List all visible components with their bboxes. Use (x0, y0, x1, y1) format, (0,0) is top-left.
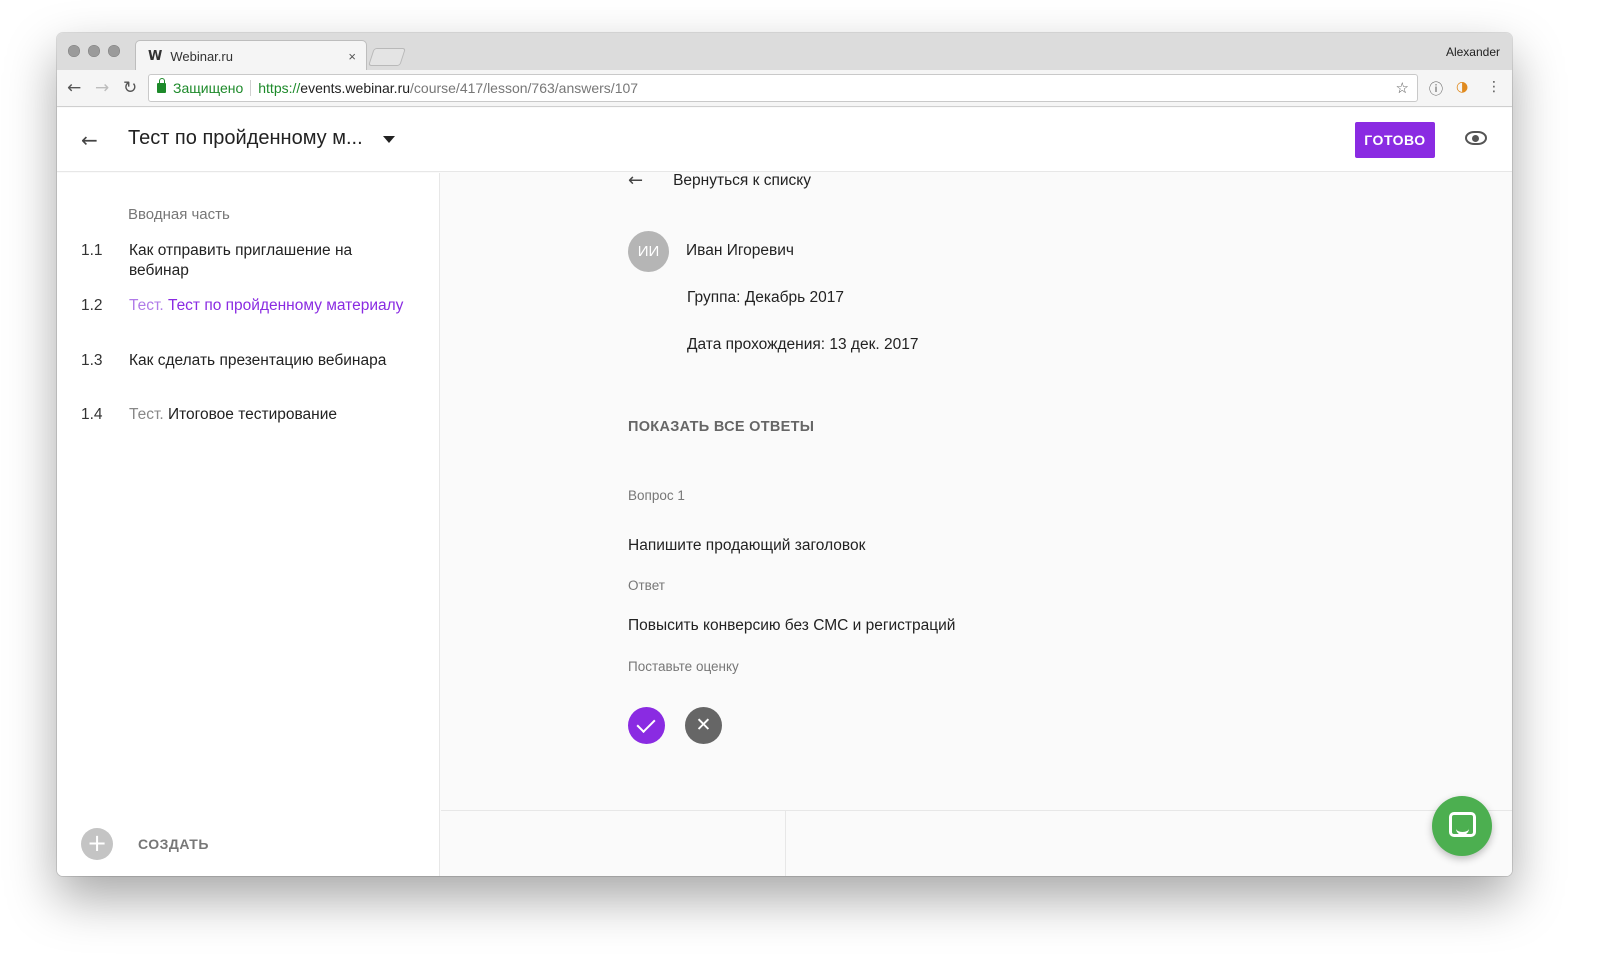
zoom-window-button[interactable] (108, 45, 120, 57)
accept-answer-button[interactable] (628, 707, 665, 744)
panel-divider (785, 811, 786, 876)
back-to-list-label: Вернуться к списку (673, 171, 811, 189)
page-title[interactable]: Тест по пройденному м... (128, 127, 363, 150)
lesson-title: Как отправить приглашение на вебинар (129, 242, 353, 279)
sidebar-item-lesson-1-4[interactable]: 1.4 Тест. Итоговое тестирование (81, 405, 411, 425)
browser-toolbar: ← → ↻ Защищено https:// events.webinar.r… (57, 70, 1512, 107)
sidebar-item-lesson-1-3[interactable]: 1.3 Как сделать презентацию вебинара (81, 351, 411, 371)
grade-label: Поставьте оценку (628, 659, 739, 674)
create-label: СОЗДАТЬ (138, 836, 209, 852)
reload-icon[interactable]: ↻ (123, 78, 137, 98)
lesson-title: Тест по пройденному материалу (167, 297, 404, 314)
plus-icon: + (81, 828, 113, 860)
answer-text: Повысить конверсию без СМС и регистраций (628, 617, 956, 634)
lesson-type-prefix: Тест. (129, 406, 164, 423)
browser-tab[interactable]: W Webinar.ru × (135, 40, 367, 70)
bottom-panel (441, 810, 1512, 876)
lesson-number: 1.3 (81, 352, 103, 369)
sidebar: Вводная часть 1.1 Как отправить приглаше… (57, 173, 440, 876)
browser-window: W Webinar.ru × Alexander ← → ↻ Защищено … (57, 33, 1512, 876)
eye-icon[interactable] (1465, 131, 1487, 145)
create-button[interactable]: + СОЗДАТЬ (81, 828, 209, 860)
minimize-window-button[interactable] (88, 45, 100, 57)
lesson-title: Итоговое тестирование (167, 406, 338, 423)
url-host: events.webinar.ru (300, 80, 411, 96)
webinar-favicon-icon: W (148, 49, 163, 64)
lesson-number: 1.1 (81, 242, 103, 259)
back-arrow-icon: ← (628, 170, 644, 191)
secure-label: Защищено (173, 80, 244, 96)
student-group: Группа: Декабрь 2017 (687, 289, 844, 306)
url-divider (250, 80, 252, 96)
lock-icon (157, 78, 166, 93)
browser-menu-icon[interactable]: ⋮ (1487, 79, 1501, 95)
chat-icon (1449, 812, 1476, 837)
info-icon[interactable]: ⓘ (1429, 79, 1443, 99)
tab-close-icon[interactable]: × (348, 49, 356, 64)
url-scheme: https:// (258, 80, 301, 96)
completion-date: Дата прохождения: 13 дек. 2017 (687, 336, 919, 353)
url-path: /course/417/lesson/763/answers/107 (410, 80, 639, 96)
bookmark-star-icon[interactable]: ☆ (1396, 79, 1409, 97)
avatar: ИИ (628, 231, 669, 272)
profile-name[interactable]: Alexander (1446, 45, 1500, 59)
chat-button[interactable] (1432, 796, 1492, 856)
address-bar[interactable]: Защищено https:// events.webinar.ru /cou… (148, 74, 1418, 102)
lesson-number: 1.4 (81, 406, 103, 423)
lesson-title: Как сделать презентацию вебинара (129, 352, 387, 369)
show-all-answers-button[interactable]: ПОКАЗАТЬ ВСЕ ОТВЕТЫ (628, 419, 814, 435)
tab-bar: W Webinar.ru × Alexander (57, 33, 1512, 70)
reject-answer-button[interactable]: ✕ (685, 707, 722, 744)
sidebar-item-lesson-1-1[interactable]: 1.1 Как отправить приглашение на вебинар (81, 241, 411, 280)
window-controls (68, 45, 120, 57)
back-arrow-icon[interactable]: ← (81, 128, 98, 152)
question-label: Вопрос 1 (628, 488, 685, 503)
answer-label: Ответ (628, 578, 665, 593)
extension-icon[interactable]: ◑ (1456, 79, 1468, 95)
lesson-type-prefix: Тест. (129, 297, 164, 314)
student-name: Иван Игоревич (686, 242, 794, 259)
close-window-button[interactable] (68, 45, 80, 57)
app-header: ← Тест по пройденному м... ГОТОВО (57, 108, 1512, 172)
sidebar-item-lesson-1-2[interactable]: 1.2 Тест. Тест по пройденному материалу (81, 296, 411, 316)
new-tab-button[interactable] (368, 48, 406, 66)
section-title: Вводная часть (128, 206, 230, 223)
done-button[interactable]: ГОТОВО (1355, 122, 1435, 158)
question-text: Напишите продающий заголовок (628, 537, 866, 554)
back-to-list-link[interactable]: ← Вернуться к списку (628, 170, 811, 191)
tab-title: Webinar.ru (170, 49, 233, 64)
answer-panel: ← Вернуться к списку ИИ Иван Игоревич Гр… (441, 170, 1512, 876)
forward-icon[interactable]: → (95, 78, 109, 98)
chevron-down-icon[interactable] (383, 136, 395, 143)
lesson-number: 1.2 (81, 297, 103, 314)
back-icon[interactable]: ← (67, 78, 81, 98)
